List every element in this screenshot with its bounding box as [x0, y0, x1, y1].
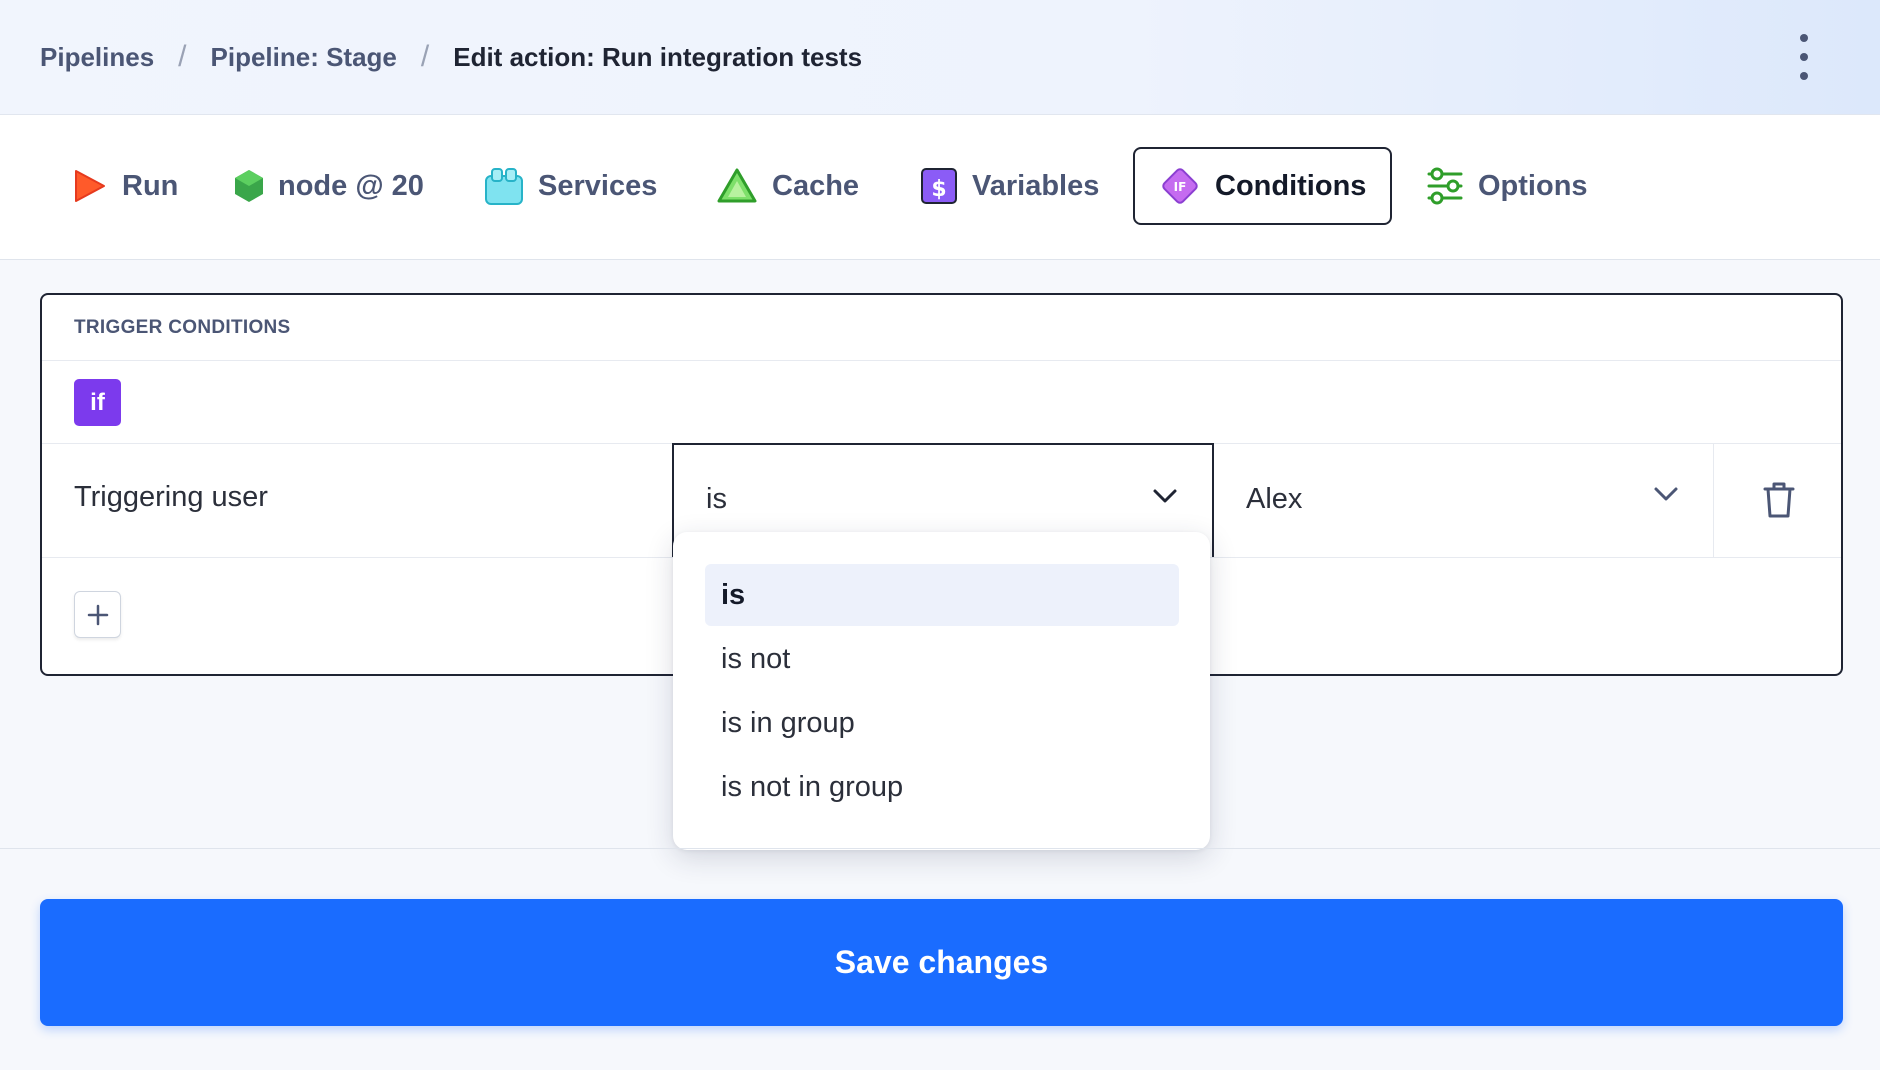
chevron-down-icon	[1153, 489, 1177, 503]
trash-icon[interactable]	[1762, 481, 1796, 519]
value-text: Alex	[1246, 483, 1303, 515]
tab-label: Cache	[772, 169, 860, 202]
breadcrumb-separator: /	[420, 40, 430, 73]
tab-label: node @ 20	[278, 169, 424, 202]
nodejs-icon	[235, 170, 263, 202]
breadcrumb-current: Edit action: Run integration tests	[453, 41, 863, 72]
cache-icon	[717, 168, 757, 203]
chevron-down-icon	[1654, 487, 1678, 501]
dropdown-option-is[interactable]: is	[705, 564, 1179, 626]
tab-bar: Run node @ 20 Services Cache $ Variables	[0, 115, 1880, 260]
tab-label: Options	[1478, 169, 1588, 202]
breadcrumb-pipeline-stage[interactable]: Pipeline: Stage	[211, 42, 397, 73]
tab-node[interactable]: node @ 20	[234, 147, 424, 225]
services-icon	[485, 168, 523, 205]
plus-icon	[87, 604, 108, 625]
tab-cache[interactable]: Cache	[716, 147, 859, 225]
dollar-icon: $	[921, 168, 957, 204]
panel-title: TRIGGER CONDITIONS	[74, 317, 291, 338]
if-diamond-icon: IF	[1162, 168, 1198, 204]
tab-conditions[interactable]: IF Conditions	[1133, 147, 1393, 225]
value-select[interactable]: Alex	[1214, 443, 1714, 557]
operator-dropdown-menu: is is not is in group is not in group	[673, 532, 1210, 850]
breadcrumb-separator: /	[178, 40, 187, 73]
tab-options[interactable]: Options	[1426, 147, 1588, 225]
tab-label: Run	[122, 169, 179, 202]
tab-run[interactable]: Run	[70, 147, 178, 225]
play-icon	[75, 170, 105, 202]
if-badge: if	[74, 379, 121, 426]
tab-label: Services	[538, 169, 658, 202]
dropdown-option-is-not-in-group[interactable]: is not in group	[705, 756, 1179, 818]
condition-field[interactable]: Triggering user	[74, 481, 268, 514]
svg-text:IF: IF	[1174, 180, 1187, 194]
dropdown-option-is-in-group[interactable]: is in group	[705, 692, 1179, 754]
svg-text:$: $	[931, 177, 946, 202]
tab-services[interactable]: Services	[484, 147, 657, 225]
add-condition-button[interactable]	[74, 591, 121, 638]
tab-variables[interactable]: $ Variables	[920, 147, 1099, 225]
operator-value: is	[706, 483, 727, 515]
tab-label: Variables	[972, 169, 1100, 202]
tab-label: Conditions	[1215, 169, 1367, 202]
dropdown-option-is-not[interactable]: is not	[705, 628, 1179, 690]
divider	[42, 360, 1841, 361]
sliders-icon	[1427, 167, 1463, 205]
more-menu-icon[interactable]	[1794, 34, 1814, 80]
header: Pipelines / Pipeline: Stage / Edit actio…	[0, 0, 1880, 115]
breadcrumb-pipelines[interactable]: Pipelines	[40, 42, 154, 73]
divider	[0, 848, 1880, 849]
save-changes-button[interactable]: Save changes	[40, 899, 1843, 1026]
